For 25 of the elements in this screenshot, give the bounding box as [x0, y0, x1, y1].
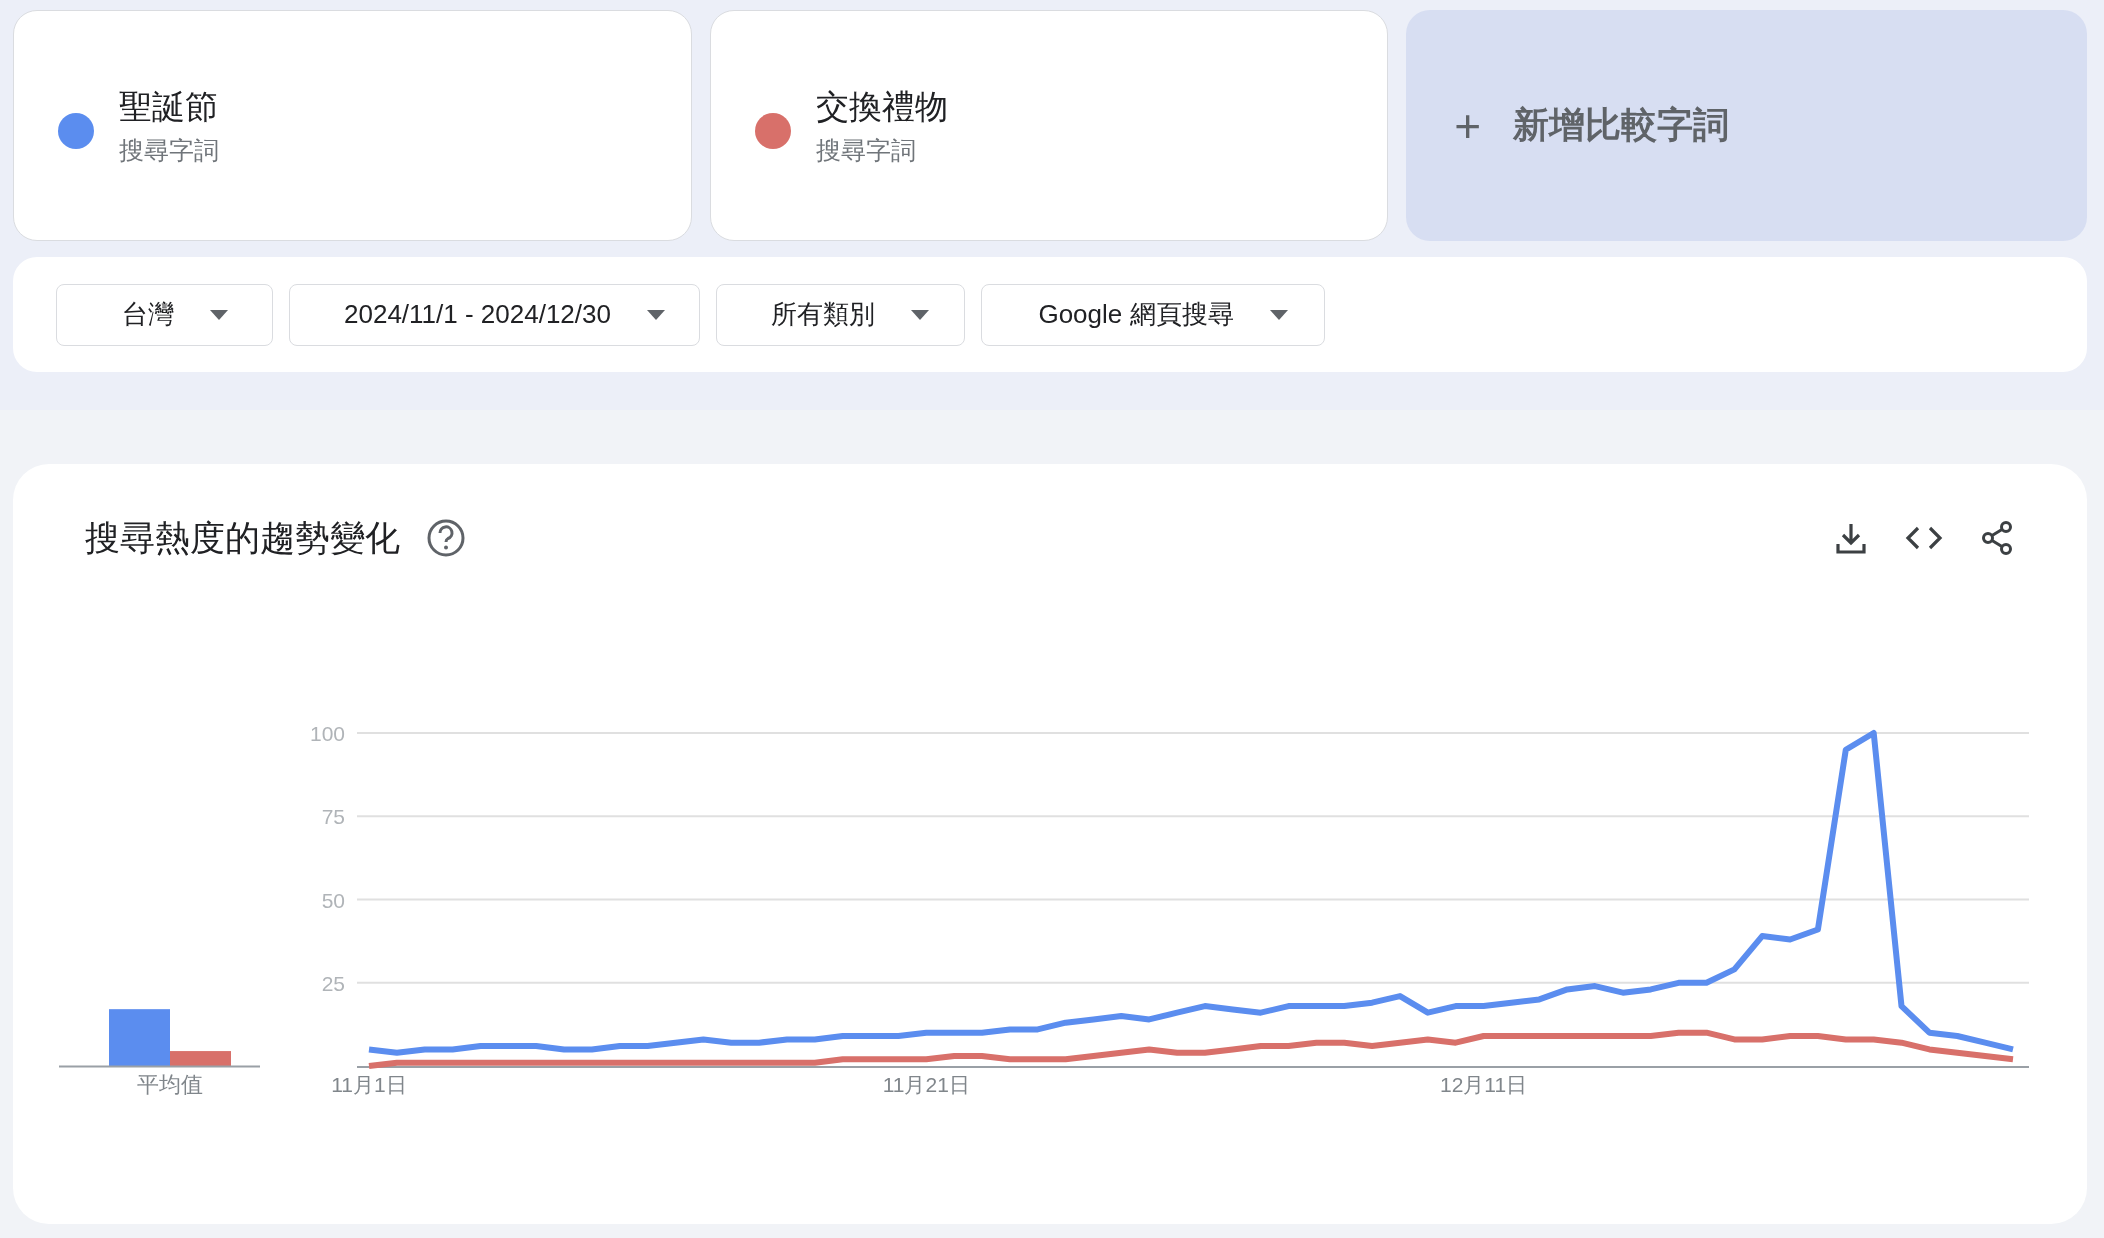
section-title: 搜尋熱度的趨勢變化 [85, 516, 400, 559]
x-axis-label: 11月21日 [882, 1073, 970, 1096]
search-term[interactable]: 聖誕節 [119, 84, 219, 130]
y-axis-label: 100 [309, 722, 345, 745]
add-comparison-link[interactable]: 新增比較字詞 [1513, 101, 1730, 150]
dropdown-caret-icon [911, 309, 930, 320]
y-axis-label: 25 [321, 971, 345, 995]
filter-dropdown[interactable]: 所有類別 [716, 283, 965, 346]
filter-dropdown[interactable]: Google 網頁搜尋 [981, 283, 1325, 346]
average-label: 平均值 [137, 1072, 203, 1097]
x-axis-label: 11月1日 [331, 1073, 407, 1096]
y-axis-label: 50 [321, 888, 345, 912]
search-term[interactable]: 交換禮物 [815, 84, 948, 130]
dropdown-caret-icon [1269, 309, 1288, 320]
help-icon[interactable] [426, 518, 466, 558]
add-icon[interactable]: + [1454, 102, 1482, 149]
x-axis-label: 12月11日 [1440, 1073, 1528, 1096]
term-type-label: 搜尋字詞 [119, 134, 219, 166]
share-icon[interactable] [1979, 520, 2015, 556]
dropdown-caret-icon [209, 309, 228, 320]
filter-dropdown[interactable]: 2024/11/1 - 2024/12/30 [289, 283, 700, 346]
dropdown-caret-icon [647, 309, 665, 320]
filter-dropdown[interactable]: 台灣 [56, 283, 273, 346]
y-axis-label: 75 [321, 805, 345, 829]
term-type-label: 搜尋字詞 [815, 134, 917, 166]
